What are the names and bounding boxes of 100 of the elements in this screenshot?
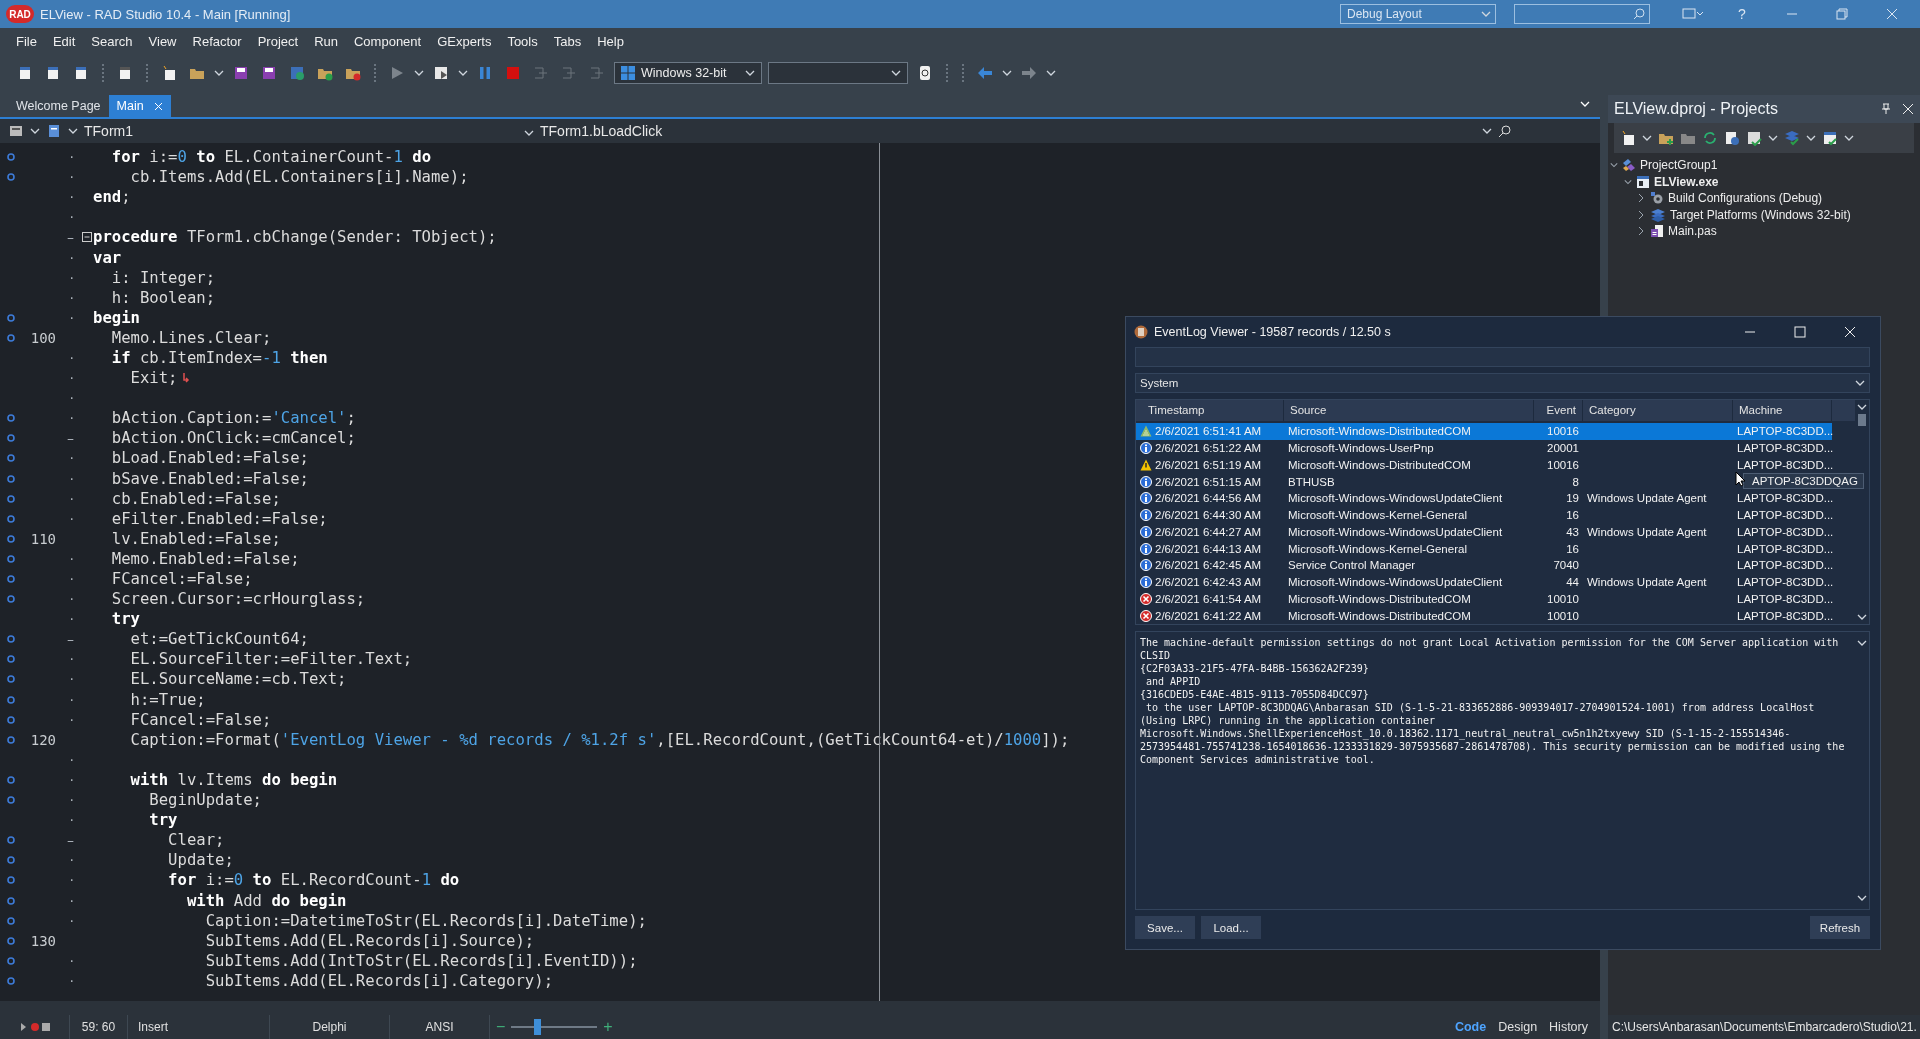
line-number: 130 <box>29 932 56 949</box>
table-cell-text: 44 <box>1565 575 1580 591</box>
gutter-mark: · <box>68 309 74 326</box>
code-line: eFilter.Enabled:=False; <box>110 509 328 528</box>
code-line: BeginUpdate; <box>148 791 262 810</box>
table-cell-text: LAPTOP-8C3DD... <box>1736 441 1832 457</box>
gutter-mark: · <box>68 490 74 507</box>
line-number: 100 <box>29 329 56 346</box>
table-cell-text: 8 <box>1571 474 1580 490</box>
table-cell-text: Microsoft-Windows-Kernel-General <box>1287 508 1468 524</box>
table-cell-text: LAPTOP-8C3DD... <box>1736 541 1832 557</box>
code-line: begin <box>93 308 140 327</box>
code-line: bSave.Enabled:=False; <box>110 469 309 488</box>
table-cell: 2/6/2021 6:42:43 AM <box>1136 573 1284 591</box>
gutter-mark: · <box>68 289 74 306</box>
table-cell-text: Microsoft-Windows-DistributedCOM <box>1287 424 1472 440</box>
table-cell: 2/6/2021 6:51:22 AM <box>1136 439 1284 457</box>
code-line: Memo.Enabled:=False; <box>110 549 300 568</box>
gutter-mark: · <box>68 912 74 929</box>
gutter-mark: – <box>66 229 74 246</box>
table-cell-text: 10010 <box>1546 591 1580 607</box>
table-cell-text: Microsoft-Windows-WindowsUpdateClient <box>1287 575 1504 591</box>
code-line: bAction.Caption:='Cancel'; <box>110 409 356 428</box>
code-line: with Add do begin <box>185 891 347 910</box>
table-cell-text: 19 <box>1565 491 1580 507</box>
table-cell-text: 20001 <box>1546 441 1580 457</box>
code-line: h: Boolean; <box>110 288 216 307</box>
code-line: procedure TForm1.cbChange(Sender: TObject); <box>93 228 497 247</box>
table-cell-text: LAPTOP-8C3DD... <box>1736 457 1832 473</box>
gutter-mark: · <box>68 209 74 226</box>
line-number: 110 <box>29 530 56 547</box>
gutter-mark: · <box>68 651 74 668</box>
code-line: cb.Items.Add(EL.Containers[i].Name); <box>129 168 469 187</box>
gutter-mark: · <box>68 269 74 286</box>
table-cell: 2/6/2021 6:41:54 AM <box>1136 590 1284 608</box>
gutter-mark: · <box>68 751 74 768</box>
gutter-mark: · <box>68 671 74 688</box>
gutter-mark: · <box>68 249 74 266</box>
gutter-mark: · <box>68 390 74 407</box>
gutter-mark: · <box>68 812 74 829</box>
code-line: lv.Enabled:=False; <box>110 529 281 548</box>
code-line: EL.SourceFilter:=eFilter.Text; <box>129 650 413 669</box>
code-line: var <box>93 248 122 267</box>
encoding-label: ANSI <box>390 1015 490 1039</box>
table-cell-text: Service Control Manager <box>1287 558 1417 574</box>
table-cell-text: Windows Update Agent <box>1586 524 1708 540</box>
table-cell-text: Microsoft-Windows-Kernel-General <box>1287 541 1468 557</box>
code-line: bAction.OnClick:=cmCancel; <box>110 429 356 448</box>
gutter-mark: · <box>68 571 74 587</box>
code-line: if cb.ItemIndex=-1 then <box>110 349 328 367</box>
gutter-mark: · <box>68 691 74 708</box>
table-cell-text: 10016 <box>1546 457 1580 473</box>
code-line: FCancel:=False; <box>129 710 272 729</box>
event-message: The machine-default permission settings do not grant Local Activation permission for the COM Server application with CLSID {C2F03A33-21F5-47FA-B4BB-156362A2F239} and APPID {316CDED5-E4AE-4B15-9113-7055D84DCC97} to the user LAPTOP-8C3DDQAG\Anbarasan SID (S-1-5-21-833652886-909394017-2704901524-1001) from address LocalHost (Using LRPC) running in the application container Microsoft.Windows.ShellExperienceHost_10.0.18362.1171_neutral_neutral_cw5n1h2txyewy SID (S-1-15-2-155514346- 2573954481-755741238-1654018636-1233331829-3075935687-2861478708). This security permission can be modified using the Component Services administrative tool. <box>1140 636 1846 767</box>
code-line: SubItems.Add(IntToStr(EL.Records[i].EventID)); <box>204 951 638 970</box>
table-cell: 2/6/2021 6:44:13 AM <box>1136 540 1284 557</box>
gutter-mark: · <box>68 169 74 186</box>
table-cell: 2/6/2021 6:51:15 AM <box>1136 473 1284 490</box>
code-line: SubItems.Add(EL.Records[i].Source); <box>204 931 535 950</box>
code-line: SubItems.Add(EL.Records[i].Category); <box>204 971 554 990</box>
insert-mode: Insert <box>128 1015 270 1039</box>
code-line: with lv.Items do begin <box>129 770 338 789</box>
gutter-mark: · <box>68 470 74 487</box>
code-line: Caption:=DatetimeToStr(EL.Records[i].DateTime); <box>204 911 647 930</box>
table-cell-text: Microsoft-Windows-DistributedCOM <box>1287 457 1472 473</box>
gutter-mark: · <box>68 611 74 628</box>
gutter-mark: · <box>68 952 74 969</box>
table-cell-text: Microsoft-Windows-WindowsUpdateClient <box>1287 491 1504 507</box>
gutter-mark: · <box>68 852 74 869</box>
file-path: C:\Users\Anbarasan\Documents\Embarcadero\Studio\21. <box>1608 1015 1920 1039</box>
code-line: h:=True; <box>129 690 206 709</box>
table-cell: 2/6/2021 6:44:56 AM <box>1136 489 1284 507</box>
gutter-mark: · <box>68 410 74 427</box>
gutter-mark: · <box>68 591 74 608</box>
gutter-mark: · <box>68 972 74 989</box>
code-line: Screen.Cursor:=crHourglass; <box>110 590 366 609</box>
table-cell: 2/6/2021 6:44:27 AM <box>1136 523 1284 541</box>
line-number: 120 <box>29 731 56 748</box>
gutter-mark: – <box>66 631 74 648</box>
code-line: try <box>148 811 178 830</box>
gutter-mark: · <box>68 872 74 889</box>
code-line: bLoad.Enabled:=False; <box>110 449 309 468</box>
window-title: EventLog Viewer - 19587 records / 12.50 s <box>1154 325 1391 339</box>
table-cell-text: LAPTOP-8C3DD... <box>1736 575 1832 591</box>
gutter-mark: · <box>68 892 74 909</box>
code-line: end; <box>93 188 131 207</box>
table-cell-text: 7040 <box>1552 558 1580 574</box>
table-cell-text: Microsoft-Windows-WindowsUpdateClient <box>1287 524 1504 540</box>
code-line: cb.Enabled:=False; <box>110 489 281 508</box>
table-cell-text: 10016 <box>1546 424 1580 440</box>
gutter-mark: · <box>68 771 74 788</box>
code-line: try <box>110 610 140 629</box>
gutter-mark: · <box>68 350 74 366</box>
table-cell-text: Windows Update Agent <box>1586 575 1708 591</box>
table-cell-text: LAPTOP-8C3DD... <box>1736 491 1832 507</box>
app-logo: RAD <box>6 5 34 23</box>
table-cell-text: 16 <box>1565 508 1580 524</box>
table-cell: 2/6/2021 6:42:45 AM <box>1136 556 1284 574</box>
code-line: Clear; <box>167 831 225 850</box>
table-cell-text: Microsoft-Windows-DistributedCOM <box>1287 591 1472 607</box>
